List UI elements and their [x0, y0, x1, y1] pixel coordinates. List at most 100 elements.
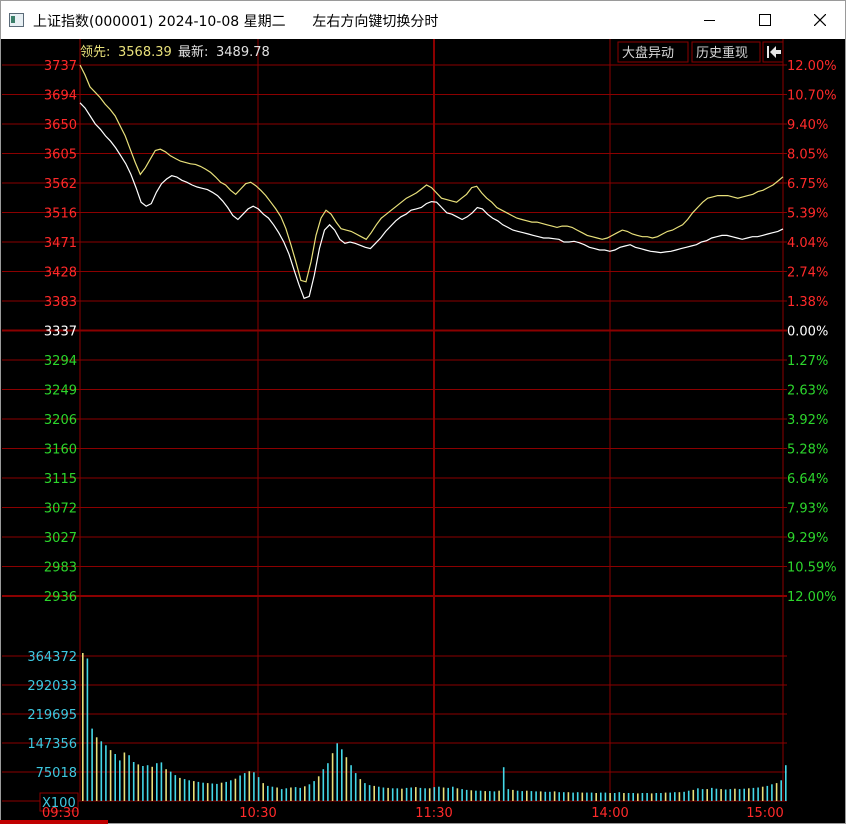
app-window: 上证指数(000001) 2024-10-08 星期二 左右方向键切换分时 领先… [0, 0, 846, 824]
title-bar[interactable]: 上证指数(000001) 2024-10-08 星期二 左右方向键切换分时 [1, 1, 845, 39]
price-tick-label: 3072 [44, 502, 77, 517]
volume-bar [526, 790, 528, 801]
volume-bar [114, 754, 116, 801]
volume-bar [160, 762, 163, 801]
price-line [79, 102, 784, 300]
percent-tick-label: 12.00% [787, 59, 837, 74]
volume-bar [563, 792, 565, 801]
volume-bar [567, 792, 570, 801]
volume-bar [618, 792, 621, 801]
volume-bar [290, 787, 292, 801]
volume-bar [650, 793, 653, 801]
volume-bar [299, 787, 301, 801]
intraday-chart[interactable]: 领先: 3568.39 最新: 3489.78 大盘异动 历史重现 3737 36… [2, 39, 845, 823]
volume-bar [336, 743, 338, 801]
volume-bar [387, 787, 389, 801]
volume-bar [317, 776, 320, 801]
volume-bar [692, 789, 695, 801]
volume-bar [748, 788, 750, 801]
percent-axis: 12.00% 10.70% 9.40% 8.05% 6.75% 5.39% 4.04% 2.7… [787, 59, 837, 605]
volume-bar [359, 779, 362, 801]
volume-bar [206, 783, 209, 801]
percent-tick-label: 6.64% [787, 472, 828, 487]
volume-bar [484, 791, 486, 801]
volume-bar [637, 793, 639, 801]
maximize-button[interactable] [741, 1, 787, 39]
volume-bar [396, 788, 399, 801]
percent-tick-label: 9.29% [787, 531, 828, 546]
volume-bar [752, 787, 755, 801]
volume-bar [230, 780, 232, 801]
volume-bar [82, 653, 84, 801]
volume-bar [780, 780, 782, 801]
price-tick-label: 3694 [44, 89, 77, 104]
volume-bar [465, 789, 468, 801]
volume-bar [785, 765, 787, 801]
volume-bar [313, 781, 315, 801]
volume-bar [100, 741, 103, 801]
close-button[interactable] [797, 1, 843, 39]
volume-bar [553, 791, 556, 801]
chart-header: 领先: 3568.39 最新: 3489.78 大盘异动 历史重现 [80, 41, 784, 63]
volume-bar [660, 793, 662, 801]
time-tick-label: 14:00 [591, 806, 628, 821]
minimize-button[interactable] [687, 1, 733, 39]
volume-bar [493, 791, 496, 801]
volume-bar [442, 787, 445, 801]
volume-bar [479, 790, 482, 801]
percent-tick-label: 7.93% [787, 502, 828, 517]
volume-bar [738, 789, 741, 801]
volume-bar [595, 793, 597, 801]
volume-bar [197, 781, 200, 801]
volume-bar [664, 792, 667, 801]
volume-bar [424, 788, 426, 801]
price-tick-label: 3027 [44, 531, 77, 546]
volume-bar [428, 788, 431, 801]
volume-bar [132, 762, 135, 801]
time-tick-label: 10:30 [239, 806, 276, 821]
percent-tick-label: 1.27% [787, 354, 828, 369]
volume-bar [331, 753, 334, 801]
price-tick-label: 3294 [44, 354, 77, 369]
volume-bar [715, 788, 718, 801]
volume-bar [766, 785, 769, 801]
price-tick-label: 3115 [44, 472, 77, 487]
volume-bar [276, 787, 278, 801]
volume-bar [294, 787, 297, 801]
volume-bar [382, 787, 385, 801]
latest-label: 最新: [178, 44, 208, 60]
percent-tick-label: 9.40% [787, 118, 828, 133]
volume-tick-label: 147356 [27, 737, 77, 752]
volume-bar [354, 773, 357, 801]
market-move-label: 大盘异动 [622, 45, 674, 61]
volume-bar [761, 786, 764, 801]
volume-bar [586, 792, 588, 801]
percent-tick-label: 8.05% [787, 148, 828, 163]
volume-bar [507, 789, 510, 801]
volume-bar [151, 766, 153, 801]
close-icon [814, 14, 826, 26]
price-axis: 3737 3694 3650 3605 3562 3516 3471 3428 3383 3337… [44, 59, 77, 605]
lead-value: 3568.39 [118, 45, 172, 60]
volume-bar [345, 757, 348, 801]
volume-bar [243, 773, 246, 801]
volume-bar [600, 792, 602, 801]
volume-bar [128, 755, 130, 801]
price-tick-label: 3160 [44, 443, 77, 458]
volume-bar [757, 787, 759, 801]
volume-bar [419, 787, 422, 801]
volume-bar [613, 793, 616, 801]
volume-bar [502, 767, 505, 801]
percent-tick-label: 2.63% [787, 384, 828, 399]
volume-bar [91, 728, 93, 801]
back-arrow-button[interactable] [762, 41, 784, 63]
price-tick-label: 3428 [44, 266, 77, 281]
volume-bar [433, 787, 436, 801]
volume-bar [669, 792, 671, 801]
volume-bar [373, 785, 375, 801]
price-tick-label: 3650 [44, 118, 77, 133]
volume-bar [225, 781, 227, 801]
time-tick-label: 11:30 [415, 806, 452, 821]
volume-bar [271, 786, 274, 801]
intraday-chart-panel[interactable]: 领先: 3568.39 最新: 3489.78 大盘异动 历史重现 3737 36… [2, 39, 845, 823]
